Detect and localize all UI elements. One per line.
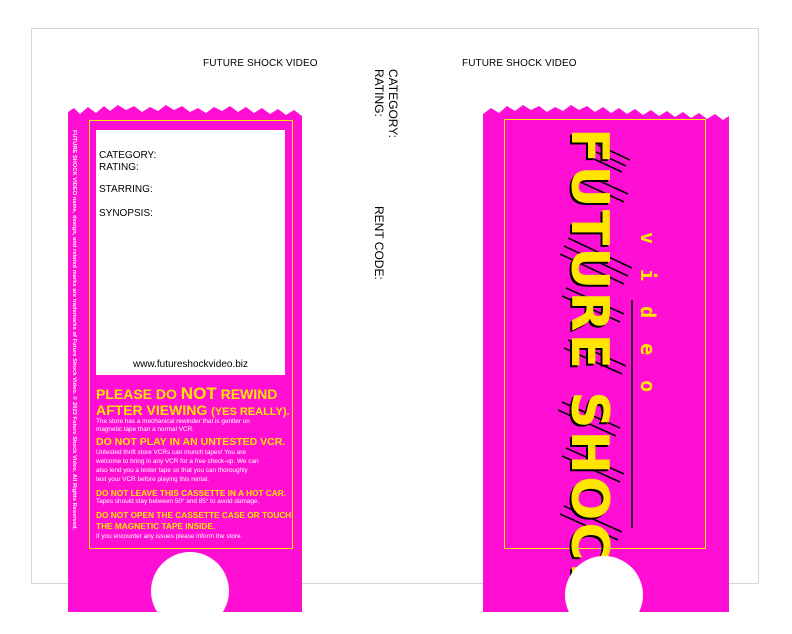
opencase-heading-2: THE MAGNETIC TAPE INSIDE. xyxy=(96,521,216,531)
rewind-heading-d: AFTER VIEWING xyxy=(96,402,212,418)
opencase-heading-1: DO NOT OPEN THE CASSETTE CASE OR TOUCH xyxy=(96,510,292,520)
category-field: CATEGORY: xyxy=(99,150,157,161)
spine-rating-label: RATING: xyxy=(372,69,386,117)
hotcar-body: Tapes should stay between 50° and 85° to… xyxy=(96,498,260,505)
info-box: CATEGORY: RATING: STARRING: SYNOPSIS: ww… xyxy=(96,130,285,375)
untested-heading: DO NOT PLAY IN AN UNTESTED VCR. xyxy=(96,436,286,448)
back-hang-hole xyxy=(151,552,229,630)
synopsis-field: SYNOPSIS: xyxy=(99,208,153,219)
rewind-heading-line2: AFTER VIEWING (YES REALLY). xyxy=(96,402,290,418)
untested-body-2: welcome to bring in any VCR for a free c… xyxy=(96,458,259,465)
website-url[interactable]: www.futureshockvideo.biz xyxy=(96,359,285,370)
front-hang-hole xyxy=(565,556,643,634)
starring-field: STARRING: xyxy=(99,184,153,195)
right-header-title: FUTURE SHOCK VIDEO xyxy=(462,58,577,69)
spine-category-label: CATEGORY: xyxy=(386,69,400,138)
untested-body-4: test your VCR before playing this rental… xyxy=(96,476,209,483)
logo-sub-text: video xyxy=(636,232,660,418)
left-header-title: FUTURE SHOCK VIDEO xyxy=(203,58,318,69)
opencase-body: If you encounter any issues please infor… xyxy=(96,533,243,540)
rating-field: RATING: xyxy=(99,162,139,173)
rewind-heading-a: PLEASE DO xyxy=(96,386,181,402)
hotcar-heading: DO NOT LEAVE THIS CASSETTE IN A HOT CAR. xyxy=(96,488,287,498)
rewind-body-2: magnetic tape than a normal VCR. xyxy=(96,426,195,433)
spine-rent-code-label: RENT CODE: xyxy=(372,206,386,280)
rewind-heading-line1: PLEASE DO NOT REWIND xyxy=(96,384,277,404)
rewind-heading-c: REWIND xyxy=(216,386,278,402)
rewind-heading-not: NOT xyxy=(180,384,217,403)
rewind-heading-yes: (YES REALLY). xyxy=(211,406,290,418)
logo-main-text: FUTURE SHOCK xyxy=(559,128,619,605)
legal-notice: FUTURE SHOCK VIDEO name, design, and rel… xyxy=(71,130,77,531)
untested-body-3: also lend you a tester tape so that you … xyxy=(96,467,248,474)
untested-body-1: Untested thrift store VCRs can munch tap… xyxy=(96,449,246,456)
